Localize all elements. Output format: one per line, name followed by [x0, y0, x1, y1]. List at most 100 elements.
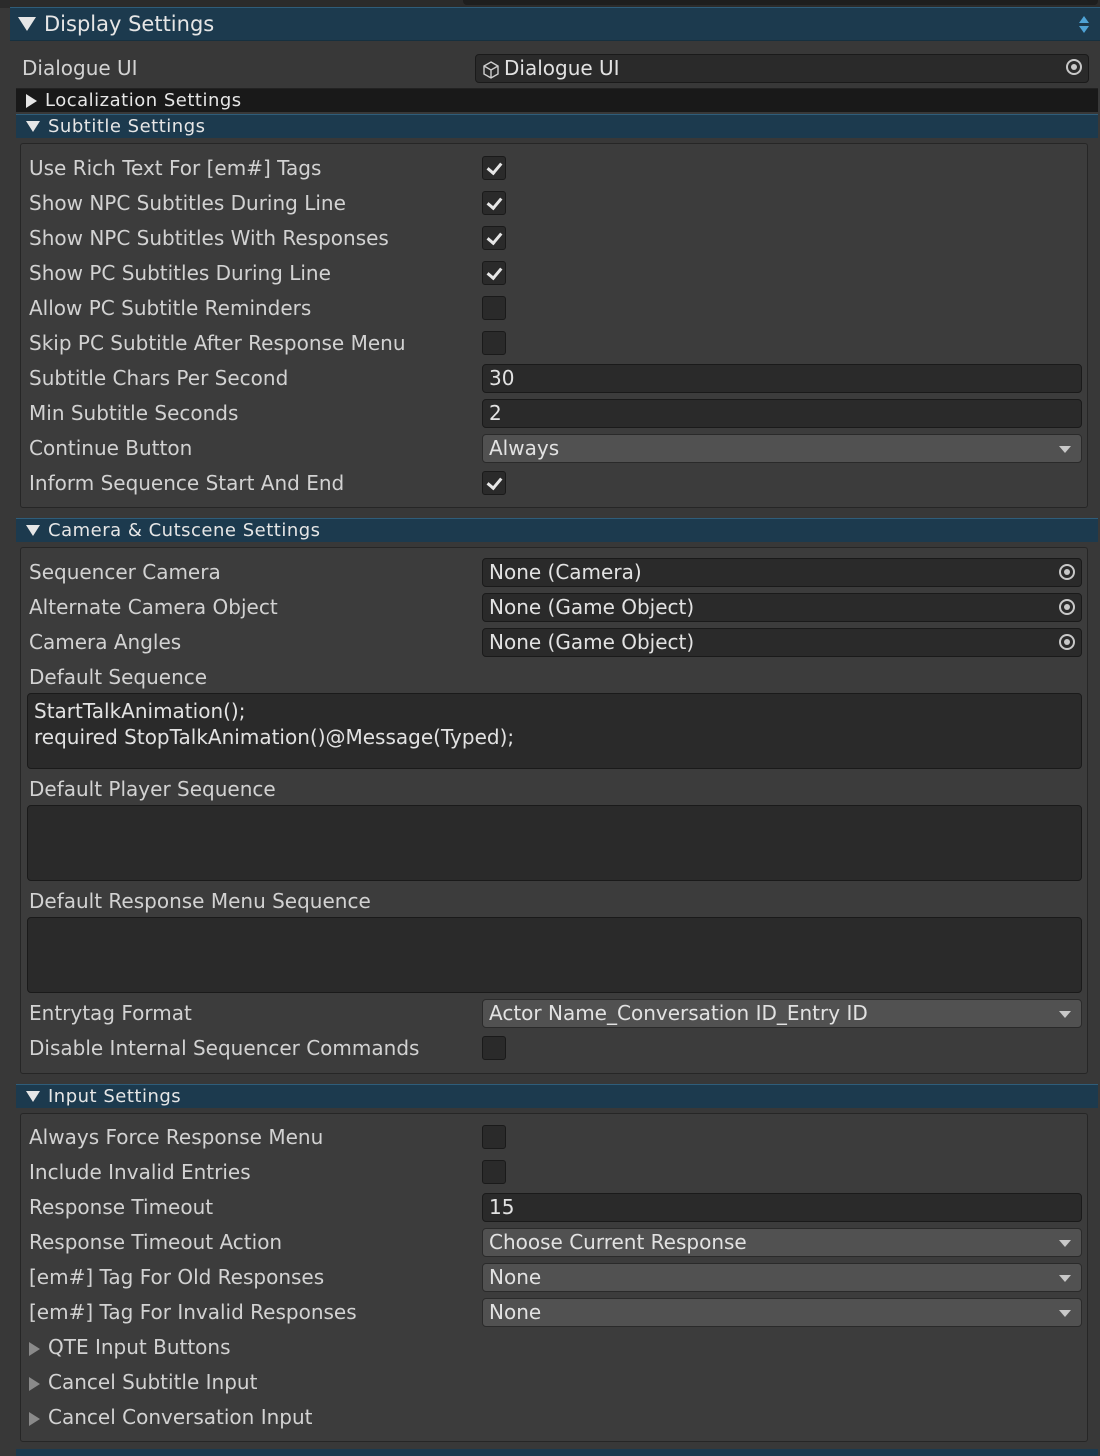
qte-input-buttons-foldout[interactable]: QTE Input Buttons — [0, 1330, 1100, 1365]
sort-arrows-icon[interactable] — [1078, 14, 1090, 36]
always-force-label: Always Force Response Menu — [29, 1125, 324, 1149]
always-force-row: Always Force Response Menu — [0, 1120, 1100, 1155]
foldout-collapsed-icon — [29, 1341, 40, 1356]
cancel-subtitle-input-foldout[interactable]: Cancel Subtitle Input — [0, 1365, 1100, 1400]
default-sequence-label: Default Sequence — [29, 665, 208, 689]
always-force-checkbox[interactable] — [482, 1125, 506, 1149]
min-subtitle-seconds-row: Min Subtitle Seconds 2 — [0, 396, 1100, 431]
default-sequence-line-2: required StopTalkAnimation()@Message(Typ… — [34, 725, 515, 749]
include-invalid-checkbox[interactable] — [482, 1160, 506, 1184]
sequencer-camera-label: Sequencer Camera — [29, 560, 221, 584]
timeout-action-value: Choose Current Response — [489, 1230, 747, 1254]
subtitle-settings-title: Subtitle Settings — [48, 116, 206, 137]
localization-settings-header[interactable]: Localization Settings — [16, 88, 1098, 112]
localization-settings-title: Localization Settings — [45, 90, 242, 111]
default-sequence-row: Default Sequence — [0, 660, 1100, 695]
foldout-expanded-icon — [26, 525, 40, 536]
object-picker-icon[interactable] — [1059, 599, 1075, 615]
dialogue-ui-field[interactable]: Dialogue UI — [475, 54, 1089, 83]
object-picker-icon[interactable] — [1066, 59, 1082, 75]
npc-subtitles-with-responses-label: Show NPC Subtitles With Responses — [29, 226, 389, 250]
cancel-conversation-input-label: Cancel Conversation Input — [48, 1405, 313, 1429]
response-timeout-input[interactable]: 15 — [482, 1193, 1082, 1222]
dropdown-arrow-icon — [1059, 446, 1071, 453]
pc-subtitle-reminders-checkbox[interactable] — [482, 296, 506, 320]
timeout-action-row: Response Timeout Action Choose Current R… — [0, 1225, 1100, 1260]
dialogue-ui-row: Dialogue UI Dialogue UI — [0, 51, 1100, 86]
top-strip-field — [463, 0, 1098, 5]
object-picker-icon[interactable] — [1059, 564, 1075, 580]
npc-subtitles-during-line-row: Show NPC Subtitles During Line — [0, 186, 1100, 221]
checkmark-icon — [486, 228, 503, 246]
alternate-camera-row: Alternate Camera Object None (Game Objec… — [0, 590, 1100, 625]
skip-pc-subtitle-row: Skip PC Subtitle After Response Menu — [0, 326, 1100, 361]
alternate-camera-field[interactable]: None (Game Object) — [482, 593, 1082, 622]
entrytag-format-label: Entrytag Format — [29, 1001, 192, 1025]
entrytag-format-row: Entrytag Format Actor Name_Conversation … — [0, 996, 1100, 1031]
checkmark-icon — [486, 263, 503, 281]
camera-angles-row: Camera Angles None (Game Object) — [0, 625, 1100, 660]
inform-sequence-label: Inform Sequence Start And End — [29, 471, 345, 495]
pc-subtitle-reminders-label: Allow PC Subtitle Reminders — [29, 296, 312, 320]
chars-per-second-input[interactable]: 30 — [482, 364, 1082, 393]
include-invalid-label: Include Invalid Entries — [29, 1160, 251, 1184]
npc-subtitles-with-responses-checkbox[interactable] — [482, 226, 506, 250]
display-settings-header[interactable]: Display Settings — [10, 7, 1100, 41]
default-player-sequence-textarea[interactable] — [27, 805, 1082, 881]
sequencer-camera-row: Sequencer Camera None (Camera) — [0, 555, 1100, 590]
foldout-expanded-icon — [18, 17, 36, 31]
invalid-responses-value: None — [489, 1300, 542, 1324]
pc-subtitles-during-line-label: Show PC Subtitles During Line — [29, 261, 331, 285]
qte-input-buttons-label: QTE Input Buttons — [48, 1335, 231, 1359]
entrytag-format-dropdown[interactable]: Actor Name_Conversation ID_Entry ID — [482, 999, 1082, 1028]
min-subtitle-seconds-input[interactable]: 2 — [482, 399, 1082, 428]
foldout-collapsed-icon — [26, 93, 37, 108]
timeout-action-dropdown[interactable]: Choose Current Response — [482, 1228, 1082, 1257]
dropdown-arrow-icon — [1059, 1310, 1071, 1317]
dropdown-arrow-icon — [1059, 1011, 1071, 1018]
default-sequence-line-1: StartTalkAnimation(); — [34, 699, 246, 723]
dialogue-ui-value: Dialogue UI — [504, 56, 620, 80]
entrytag-format-value: Actor Name_Conversation ID_Entry ID — [489, 1001, 868, 1025]
input-settings-title: Input Settings — [48, 1086, 182, 1107]
rich-text-label: Use Rich Text For [em#] Tags — [29, 156, 322, 180]
next-section-header-edge — [16, 1449, 1098, 1456]
continue-button-dropdown[interactable]: Always — [482, 434, 1082, 463]
old-responses-dropdown[interactable]: None — [482, 1263, 1082, 1292]
prefab-cube-icon — [483, 60, 499, 79]
camera-settings-header[interactable]: Camera & Cutscene Settings — [16, 518, 1098, 542]
sequencer-camera-field[interactable]: None (Camera) — [482, 558, 1082, 587]
inform-sequence-checkbox[interactable] — [482, 471, 506, 495]
inform-sequence-row: Inform Sequence Start And End — [0, 466, 1100, 501]
default-player-sequence-label: Default Player Sequence — [29, 777, 276, 801]
object-picker-icon[interactable] — [1059, 634, 1075, 650]
default-response-sequence-textarea[interactable] — [27, 917, 1082, 993]
sequencer-camera-value: None (Camera) — [489, 560, 642, 584]
default-sequence-textarea[interactable]: StartTalkAnimation(); required StopTalkAn… — [27, 693, 1082, 769]
disable-internal-checkbox[interactable] — [482, 1036, 506, 1060]
camera-angles-label: Camera Angles — [29, 630, 182, 654]
invalid-responses-dropdown[interactable]: None — [482, 1298, 1082, 1327]
response-timeout-label: Response Timeout — [29, 1195, 214, 1219]
dialogue-ui-label: Dialogue UI — [22, 56, 138, 80]
old-responses-label: [em#] Tag For Old Responses — [29, 1265, 325, 1289]
rich-text-checkbox[interactable] — [482, 156, 506, 180]
continue-button-row: Continue Button Always — [0, 431, 1100, 466]
checkmark-icon — [486, 158, 503, 176]
pc-subtitles-during-line-checkbox[interactable] — [482, 261, 506, 285]
old-responses-value: None — [489, 1265, 542, 1289]
input-settings-header[interactable]: Input Settings — [16, 1084, 1098, 1108]
alternate-camera-value: None (Game Object) — [489, 595, 695, 619]
subtitle-settings-header[interactable]: Subtitle Settings — [16, 114, 1098, 138]
default-player-sequence-row: Default Player Sequence — [0, 772, 1100, 807]
foldout-collapsed-icon — [29, 1376, 40, 1391]
camera-angles-field[interactable]: None (Game Object) — [482, 628, 1082, 657]
disable-internal-label: Disable Internal Sequencer Commands — [29, 1036, 420, 1060]
cancel-conversation-input-foldout[interactable]: Cancel Conversation Input — [0, 1400, 1100, 1435]
rich-text-row: Use Rich Text For [em#] Tags — [0, 151, 1100, 186]
pc-subtitles-during-line-row: Show PC Subtitles During Line — [0, 256, 1100, 291]
npc-subtitles-during-line-checkbox[interactable] — [482, 191, 506, 215]
disable-internal-row: Disable Internal Sequencer Commands — [0, 1031, 1100, 1066]
chars-per-second-label: Subtitle Chars Per Second — [29, 366, 289, 390]
skip-pc-subtitle-checkbox[interactable] — [482, 331, 506, 355]
